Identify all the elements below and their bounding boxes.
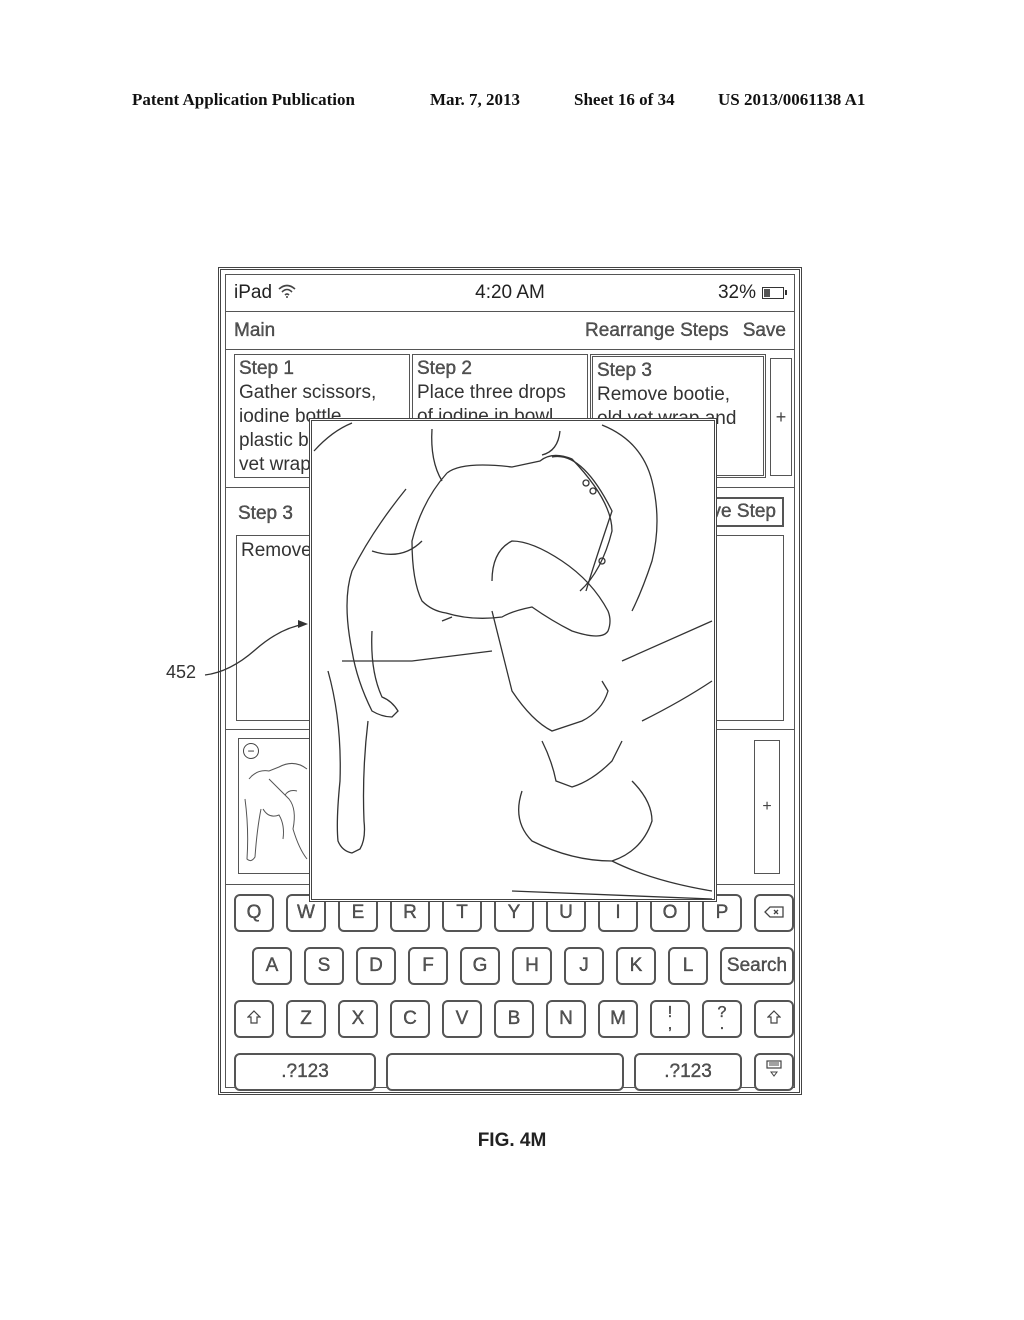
bandage-line bbox=[541, 740, 623, 788]
key-c[interactable]: C bbox=[390, 1000, 430, 1038]
enlarged-photo-overlay[interactable] bbox=[309, 418, 717, 902]
key-h[interactable]: H bbox=[512, 947, 552, 985]
drawing-line bbox=[371, 540, 423, 555]
key-j[interactable]: J bbox=[564, 947, 604, 985]
key-exclamation-comma[interactable]: !, bbox=[650, 1000, 690, 1038]
media-thumbnail[interactable]: − bbox=[238, 738, 310, 874]
step-title: Step 1 bbox=[239, 358, 294, 379]
backspace-key[interactable] bbox=[754, 894, 794, 932]
table-edge bbox=[342, 650, 493, 662]
hand-line bbox=[518, 780, 653, 862]
drawing-line bbox=[541, 430, 561, 456]
key-bottom-char: , bbox=[667, 1016, 673, 1033]
key-k[interactable]: K bbox=[616, 947, 656, 985]
key-m[interactable]: M bbox=[598, 1000, 638, 1038]
key-z[interactable]: Z bbox=[286, 1000, 326, 1038]
nav-bar: Main Rearrange Steps Save bbox=[226, 312, 794, 350]
key-question-period[interactable]: ?. bbox=[702, 1000, 742, 1038]
add-step-button[interactable]: + bbox=[770, 358, 792, 476]
hide-keyboard-key[interactable] bbox=[754, 1053, 794, 1091]
plus-icon: + bbox=[762, 798, 772, 815]
callout-label: 452 bbox=[166, 662, 197, 682]
step-title: Step 2 bbox=[417, 358, 472, 379]
key-x[interactable]: X bbox=[338, 1000, 378, 1038]
key-g[interactable]: G bbox=[460, 947, 500, 985]
hand-line bbox=[611, 860, 713, 892]
space-bar[interactable] bbox=[386, 1053, 624, 1091]
collar-line bbox=[551, 455, 613, 592]
enlarged-photo-dog-paw-bandage bbox=[313, 422, 713, 899]
collar-stud bbox=[589, 487, 597, 495]
save-button[interactable]: Save bbox=[743, 320, 787, 342]
minus-circle-icon[interactable]: − bbox=[243, 743, 259, 759]
shift-icon bbox=[246, 1008, 262, 1030]
thumbnail-drawing bbox=[244, 763, 308, 862]
key-a[interactable]: A bbox=[252, 947, 292, 985]
battery-level bbox=[764, 289, 771, 297]
eye-line bbox=[441, 616, 453, 622]
drawing-line bbox=[346, 488, 407, 718]
drawing-line bbox=[491, 610, 609, 732]
key-b[interactable]: B bbox=[494, 1000, 534, 1038]
key-l[interactable]: L bbox=[668, 947, 708, 985]
key-q[interactable]: Q bbox=[234, 894, 274, 932]
figure-label: FIG. 4M bbox=[477, 1130, 547, 1151]
numbers-key-left[interactable]: .?123 bbox=[234, 1053, 376, 1091]
sheet-number: Sheet 16 of 34 bbox=[574, 90, 675, 109]
drawing-line bbox=[511, 890, 713, 899]
numbers-key-right[interactable]: .?123 bbox=[634, 1053, 742, 1091]
patent-number: US 2013/0061138 A1 bbox=[718, 90, 866, 109]
shift-icon bbox=[766, 1008, 782, 1030]
step-title: Step 3 bbox=[597, 360, 652, 381]
battery-icon bbox=[762, 287, 787, 299]
on-screen-keyboard: Q W E R T Y U I O P A S D F G H J K L Se… bbox=[226, 884, 794, 1091]
shift-key-right[interactable] bbox=[754, 1000, 794, 1038]
shift-key-left[interactable] bbox=[234, 1000, 274, 1038]
add-media-button[interactable]: + bbox=[754, 740, 780, 874]
drawing-line bbox=[313, 422, 353, 452]
backspace-icon bbox=[764, 902, 784, 924]
publication-title: Patent Application Publication bbox=[132, 90, 355, 109]
hide-keyboard-icon bbox=[766, 1060, 782, 1084]
status-bar: iPad 4:20 AM 32% bbox=[226, 275, 794, 312]
drawing-line bbox=[431, 428, 443, 482]
publication-date: Mar. 7, 2013 bbox=[430, 90, 521, 109]
publication-header: Patent Application Publication Mar. 7, 2… bbox=[0, 90, 1024, 114]
plus-icon: + bbox=[775, 406, 787, 427]
clock: 4:20 AM bbox=[475, 282, 545, 303]
hand-line bbox=[641, 680, 713, 722]
drawing-line bbox=[446, 454, 613, 592]
key-bottom-char: . bbox=[719, 1016, 725, 1033]
key-f[interactable]: F bbox=[408, 947, 448, 985]
key-s[interactable]: S bbox=[304, 947, 344, 985]
key-d[interactable]: D bbox=[356, 947, 396, 985]
collar-stud bbox=[582, 479, 590, 487]
key-n[interactable]: N bbox=[546, 1000, 586, 1038]
drawing-line bbox=[327, 670, 369, 854]
key-v[interactable]: V bbox=[442, 1000, 482, 1038]
search-key[interactable]: Search bbox=[720, 947, 794, 985]
drawing-line bbox=[621, 620, 713, 662]
detail-step-title: Step 3 bbox=[238, 503, 293, 524]
drawing-line bbox=[411, 472, 611, 637]
main-button[interactable]: Main bbox=[234, 320, 275, 342]
rearrange-steps-button[interactable]: Rearrange Steps bbox=[585, 320, 729, 342]
battery-percent: 32% bbox=[717, 282, 756, 303]
